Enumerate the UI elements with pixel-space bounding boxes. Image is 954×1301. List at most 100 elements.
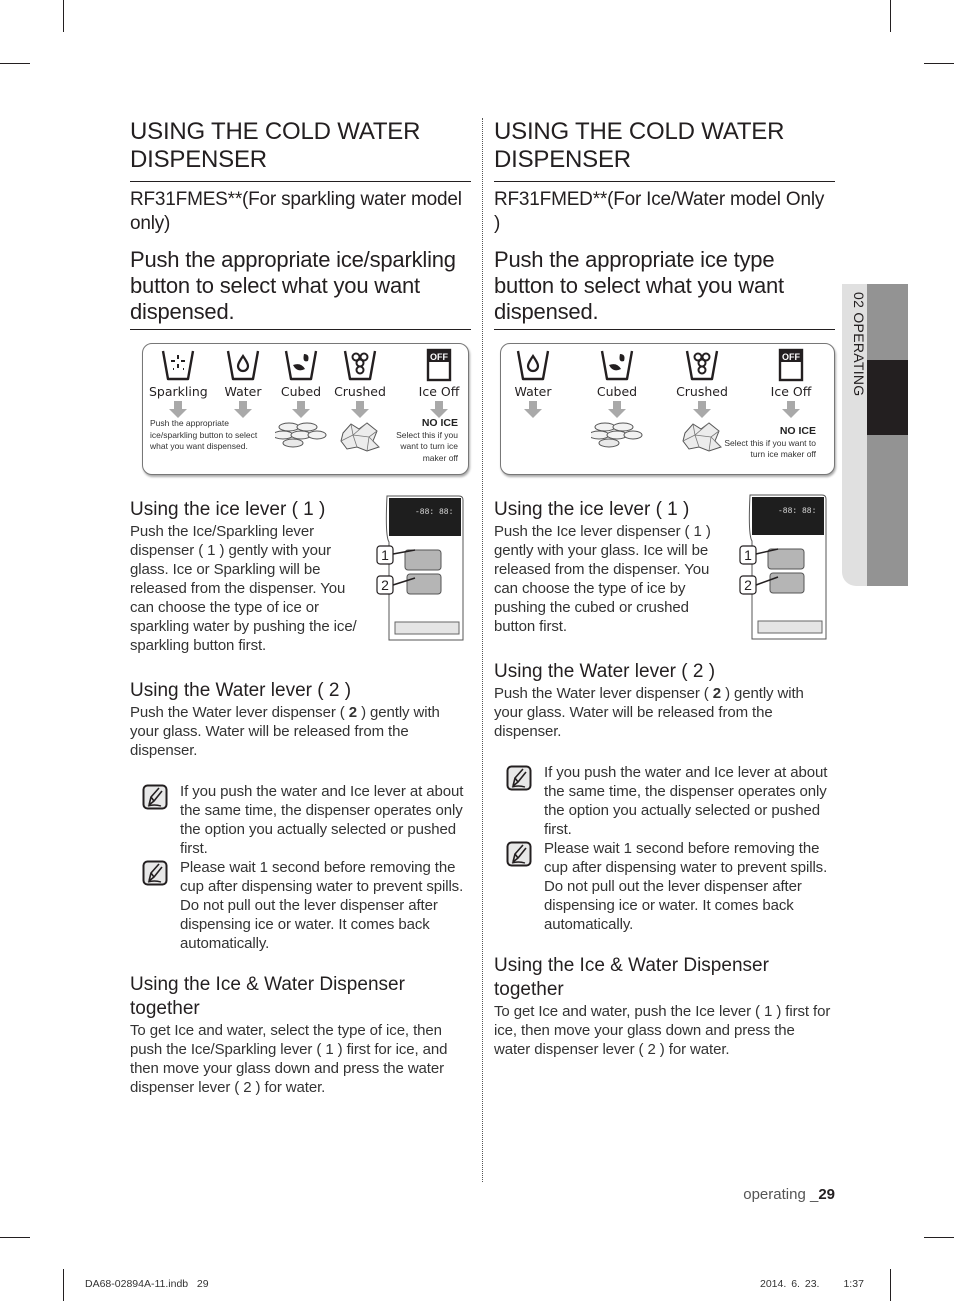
left-column: USING THE COLD WATER DISPENSER RF31FMES*… <box>130 118 471 1096</box>
instruction-heading: Push the appropriate ice/sparkling butto… <box>130 247 471 330</box>
no-ice-note: NO ICE Select this if you want to turn i… <box>378 417 458 464</box>
down-arrow-icon <box>169 401 187 418</box>
down-arrow-icon <box>234 401 252 418</box>
cubed-glass-icon <box>600 349 634 381</box>
no-ice-text: Select this if you want to turn ice make… <box>396 429 458 463</box>
water-lever-heading: Using the Water lever ( 2 ) <box>494 661 716 682</box>
water-glass-icon <box>226 349 260 381</box>
crop-mark <box>890 0 891 32</box>
ice-off-button[interactable]: OFF Ice Off <box>763 348 819 425</box>
ice-cubes-image <box>275 422 327 448</box>
ice-cubes-image <box>591 422 643 448</box>
button-label: Water <box>224 384 262 399</box>
note-item: Please wait 1 second before removing the… <box>130 858 471 953</box>
water-lever-heading: Using the Water lever ( 2 ) <box>130 680 352 701</box>
note-icon <box>506 765 532 791</box>
right-column: USING THE COLD WATER DISPENSER RF31FMED*… <box>494 118 835 1058</box>
note-item: Please wait 1 second before removing the… <box>494 839 835 934</box>
notes: If you push the water and Ice lever at a… <box>130 782 471 953</box>
crop-mark <box>890 1269 891 1301</box>
water-lever-section: Using the Water lever ( 2 ) Push the Wat… <box>494 660 835 741</box>
crop-mark <box>0 63 30 64</box>
button-label: Cubed <box>280 384 322 399</box>
crop-mark <box>0 1237 30 1238</box>
down-arrow-icon <box>782 401 800 418</box>
column-divider <box>482 118 483 1182</box>
svg-text:2: 2 <box>744 577 752 593</box>
no-ice-title: NO ICE <box>421 417 458 429</box>
together-heading: Using the Ice & Water Dispenser together <box>494 955 769 1000</box>
chapter-tab-bar <box>867 284 908 586</box>
water-button[interactable]: Water <box>505 348 561 425</box>
svg-text:OFF: OFF <box>430 352 448 362</box>
svg-text:-88: 88:: -88: 88: <box>778 507 816 516</box>
down-arrow-icon <box>292 401 310 418</box>
chapter-tab-marker <box>867 360 908 435</box>
footer-timestamp: 2014. 6. 23. 1:37 <box>760 1278 864 1290</box>
button-label: Cubed <box>596 384 638 399</box>
sparkling-button[interactable]: Sparkling <box>149 348 208 425</box>
dispenser-figure: -88: 88: 1 2 <box>739 494 827 640</box>
no-ice-text: Select this if you want to turn ice make… <box>724 437 816 460</box>
water-lever-text: Push the Water lever dispenser ( 2 ) gen… <box>494 685 804 740</box>
water-glass-icon <box>516 349 550 381</box>
no-ice-note: NO ICE Select this if you want to turn i… <box>716 425 816 461</box>
cubed-button[interactable]: Cubed <box>273 348 329 449</box>
ice-lever-heading: Using the ice lever ( 1 ) <box>130 499 326 520</box>
water-button[interactable]: Water <box>215 348 271 425</box>
note-icon <box>506 841 532 867</box>
button-label: Crushed <box>334 384 386 399</box>
together-heading: Using the Ice & Water Dispenser together <box>130 974 405 1019</box>
down-arrow-icon <box>524 401 542 418</box>
section-title: USING THE COLD WATER DISPENSER <box>494 118 835 182</box>
footer-file: DA68-02894A-11.indb 29 <box>85 1278 209 1290</box>
panel-instruction: Push the appropriate ice/sparkling butto… <box>150 418 258 451</box>
ice-off-icon: OFF <box>426 348 452 382</box>
ice-lever-heading: Using the ice lever ( 1 ) <box>494 499 690 520</box>
note-icon <box>142 784 168 810</box>
down-arrow-icon <box>693 401 711 418</box>
svg-text:-88: 88:: -88: 88: <box>415 508 453 517</box>
note-item: If you push the water and Ice lever at a… <box>494 763 835 839</box>
crop-mark <box>924 1237 954 1238</box>
sparkling-glass-icon <box>161 349 195 381</box>
note-icon <box>142 860 168 886</box>
svg-text:1: 1 <box>381 547 389 563</box>
together-text: To get Ice and water, select the type of… <box>130 1022 448 1096</box>
ice-off-icon: OFF <box>778 348 804 382</box>
page-number: operating _29 <box>743 1186 835 1203</box>
dispenser-button-panel: Sparkling Water Cubed Crushed OFF Ice Of… <box>142 343 469 475</box>
svg-text:1: 1 <box>744 547 752 563</box>
crop-mark <box>63 1269 64 1301</box>
no-ice-title: NO ICE <box>779 425 816 437</box>
ice-off-button[interactable]: OFF Ice Off <box>411 348 467 425</box>
dispenser-button-panel: Water Cubed Crushed OFF Ice Off NO ICE S… <box>500 343 835 475</box>
instruction-heading: Push the appropriate ice type button to … <box>494 247 835 330</box>
ice-lever-text: Push the Ice/Sparkling lever dispenser (… <box>130 523 357 654</box>
cubed-glass-icon <box>284 349 318 381</box>
ice-lever-section: Using the ice lever ( 1 ) Push the Ice/S… <box>130 498 370 655</box>
crushed-glass-icon <box>343 349 377 381</box>
cubed-button[interactable]: Cubed <box>589 348 645 449</box>
together-text: To get Ice and water, push the Ice lever… <box>494 1003 831 1058</box>
crop-mark <box>924 63 954 64</box>
note-item: If you push the water and Ice lever at a… <box>130 782 471 858</box>
water-lever-text: Push the Water lever dispenser ( 2 ) gen… <box>130 704 440 759</box>
together-section: Using the Ice & Water Dispenser together… <box>130 973 471 1097</box>
svg-text:2: 2 <box>381 577 389 593</box>
dispenser-figure: -88: 88: 1 2 <box>376 495 464 641</box>
notes: If you push the water and Ice lever at a… <box>494 763 835 934</box>
model-subtitle: RF31FMES**(For sparkling water model onl… <box>130 189 462 234</box>
section-title: USING THE COLD WATER DISPENSER <box>130 118 471 182</box>
crushed-ice-image <box>340 422 380 452</box>
down-arrow-icon <box>608 401 626 418</box>
button-label: Ice Off <box>770 384 812 399</box>
svg-text:OFF: OFF <box>782 352 800 362</box>
together-section: Using the Ice & Water Dispenser together… <box>494 954 835 1059</box>
crop-mark <box>63 0 64 32</box>
ice-lever-section: Using the ice lever ( 1 ) Push the Ice l… <box>494 498 726 636</box>
button-label: Water <box>514 384 552 399</box>
button-label: Sparkling <box>149 384 208 399</box>
ice-lever-text: Push the Ice lever dispenser ( 1 ) gentl… <box>494 523 711 635</box>
model-subtitle: RF31FMED**(For Ice/Water model Only ) <box>494 189 825 234</box>
